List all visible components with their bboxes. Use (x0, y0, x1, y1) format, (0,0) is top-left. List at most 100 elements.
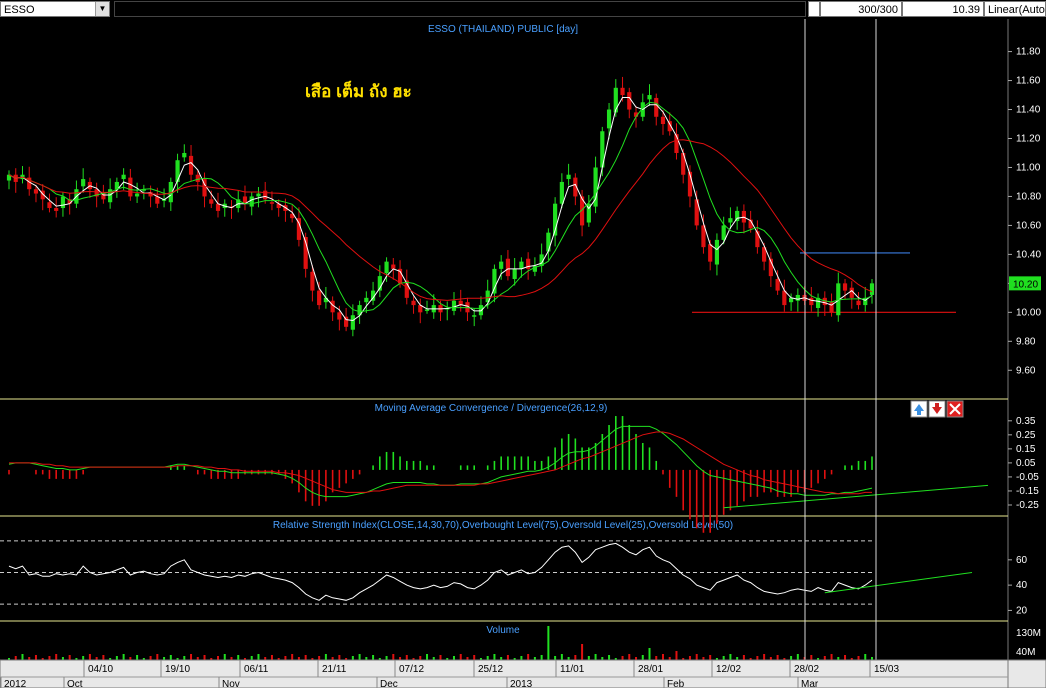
volume-bar (709, 655, 712, 660)
symbol-value: ESSO (4, 4, 35, 16)
macd-y-tick-label: 0.15 (1016, 444, 1036, 455)
date-tick-label: 04/10 (88, 664, 113, 675)
volume-y-tick-label: 130M (1016, 628, 1041, 639)
volume-bar (257, 654, 260, 660)
candle-body (424, 309, 430, 311)
volume-bar (419, 656, 422, 660)
volume-bar (452, 656, 455, 660)
candle-body (195, 174, 200, 182)
volume-bar (324, 654, 327, 660)
chevron-down-icon[interactable]: ▼ (95, 2, 109, 16)
month-tick-label: Dec (380, 679, 398, 688)
volume-bar (756, 656, 759, 660)
volume-bar (183, 656, 186, 660)
candle-body (384, 261, 389, 274)
candle-body (869, 283, 875, 295)
volume-bar (823, 656, 826, 660)
price-y-tick-label: 10.80 (1016, 191, 1041, 202)
volume-panel-title: Volume (486, 625, 520, 636)
volume-bar (695, 654, 698, 660)
move-panel-up-button[interactable] (910, 400, 928, 418)
candle-body (478, 305, 484, 316)
volume-bar (547, 626, 550, 660)
candle-body (81, 179, 86, 187)
panel-controls (910, 400, 964, 418)
volume-bar (520, 656, 523, 660)
close-panel-button[interactable] (946, 400, 964, 418)
month-tick-label: Mar (801, 679, 819, 688)
candle-body (721, 225, 726, 240)
macd-y-tick-label: -0.25 (1016, 500, 1039, 511)
volume-bar (621, 656, 624, 660)
volume-bar (790, 656, 793, 660)
volume-bar (136, 655, 139, 660)
volume-bar (372, 655, 375, 660)
volume-bar (122, 654, 125, 660)
move-panel-down-button[interactable] (928, 400, 946, 418)
candle-body (627, 92, 632, 110)
candle-body (606, 109, 612, 129)
volume-bar (190, 654, 193, 660)
month-tick-label: Feb (667, 679, 685, 688)
volume-bar (844, 655, 847, 660)
price-y-tick-label: 11.40 (1016, 105, 1041, 116)
price-y-tick-label: 11.00 (1016, 162, 1041, 173)
candle-body (337, 312, 342, 320)
volume-bar (628, 654, 631, 660)
volume-bar (250, 656, 253, 660)
bar-count: 300/300 (820, 1, 902, 17)
chart-area[interactable]: ESSO (THAILAND) PUBLIC [day] เสือ เต็ม ถ… (0, 19, 1046, 688)
last-price-tag-label: 10.20 (1013, 279, 1038, 290)
scale-mode-select[interactable]: Linear(Auto (984, 1, 1046, 17)
volume-bar (864, 654, 867, 660)
candle-body (310, 271, 315, 291)
volume-bar (237, 655, 240, 660)
candle-body (256, 193, 261, 197)
symbol-select[interactable]: ESSO ▼ (0, 1, 110, 17)
volume-bar (439, 655, 442, 660)
macd-y-tick-label: -0.05 (1016, 472, 1039, 483)
candle-body (714, 239, 720, 265)
volume-bar (493, 654, 496, 660)
candle-body (647, 95, 652, 100)
volume-bar (338, 655, 341, 660)
candle-body (566, 174, 571, 180)
volume-bar (217, 656, 220, 660)
volume-bar (688, 656, 691, 660)
date-tick-label: 25/12 (478, 664, 503, 675)
volume-bar (426, 654, 429, 660)
candle-body (654, 97, 659, 117)
volume-bar (115, 656, 118, 660)
candle-body (54, 208, 59, 211)
rsi-y-tick-label: 60 (1016, 555, 1028, 566)
volume-bar (581, 644, 584, 660)
volume-bar (608, 655, 611, 660)
price-y-tick-label: 10.40 (1016, 249, 1041, 260)
macd-y-tick-label: 0.25 (1016, 430, 1036, 441)
candle-body (775, 279, 780, 291)
macd-y-tick-label: 0.05 (1016, 458, 1036, 469)
macd-panel-title: Moving Average Convergence / Divergence(… (375, 403, 608, 414)
candle-body (728, 218, 733, 223)
date-tick-label: 21/11 (322, 664, 347, 675)
volume-bar (857, 656, 860, 660)
date-tick-label: 07/12 (399, 664, 424, 675)
month-tick-label: 2013 (510, 679, 533, 688)
candle-body (660, 116, 666, 125)
volume-bar (763, 654, 766, 660)
volume-bar (68, 655, 71, 660)
candle-body (492, 268, 497, 294)
candle-body (559, 181, 564, 204)
volume-bar (560, 654, 563, 660)
volume-bar (169, 655, 172, 660)
candle-body (317, 290, 322, 306)
price-y-tick-label: 10.00 (1016, 307, 1041, 318)
volume-bar (641, 655, 644, 660)
price-y-tick-label: 11.20 (1016, 134, 1041, 145)
volume-bar (587, 656, 590, 660)
volume-bar (358, 654, 361, 660)
candle-body (391, 264, 396, 269)
date-tick-label: 06/11 (244, 664, 269, 675)
candle-body (620, 87, 625, 96)
macd-y-tick-label: -0.15 (1016, 486, 1039, 497)
